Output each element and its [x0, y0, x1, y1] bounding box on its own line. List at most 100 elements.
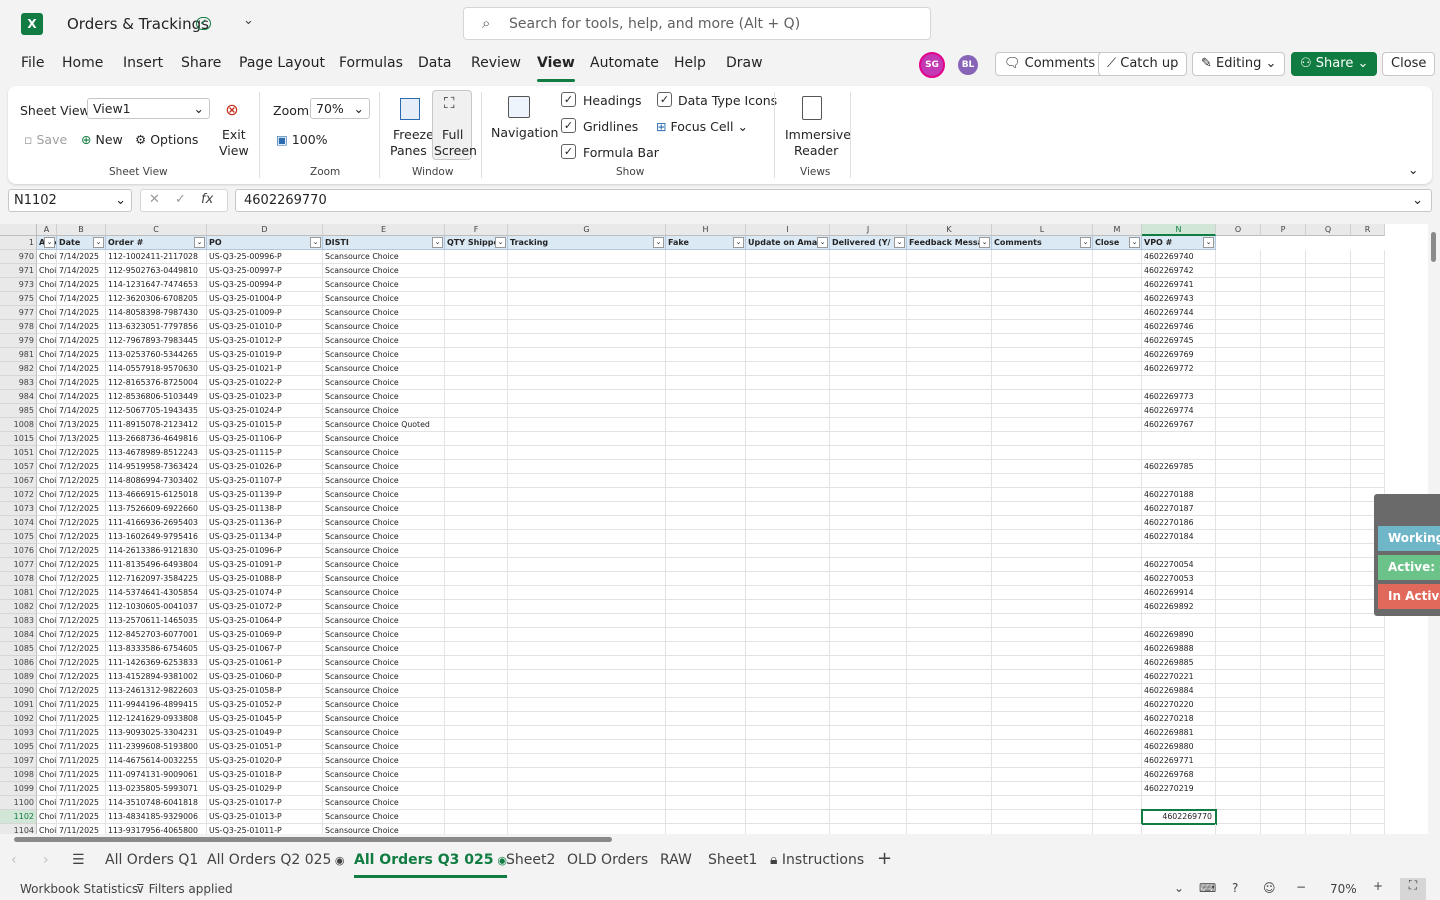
table-cell[interactable]: US-Q3-25-01011-P [207, 824, 323, 834]
table-cell[interactable] [992, 782, 1093, 796]
table-cell[interactable] [508, 726, 666, 740]
table-cell[interactable]: Choice [37, 516, 57, 530]
table-cell[interactable] [1216, 684, 1261, 698]
table-cell[interactable] [992, 558, 1093, 572]
table-cell[interactable] [1306, 754, 1351, 768]
table-cell[interactable] [1351, 432, 1385, 446]
table-cell[interactable] [830, 460, 907, 474]
table-cell[interactable] [666, 782, 746, 796]
table-cell[interactable] [445, 572, 508, 586]
table-cell[interactable] [1306, 306, 1351, 320]
table-cell[interactable] [907, 586, 992, 600]
table-cell[interactable] [1216, 264, 1261, 278]
table-cell[interactable]: US-Q3-25-01064-P [207, 614, 323, 628]
table-cell[interactable] [1093, 516, 1142, 530]
table-cell[interactable]: Scansource Choice [323, 460, 445, 474]
table-cell[interactable]: Scansource Choice [323, 824, 445, 834]
table-cell[interactable] [666, 306, 746, 320]
table-cell[interactable]: 7/11/2025 [57, 796, 106, 810]
table-cell[interactable] [666, 292, 746, 306]
table-cell[interactable] [1216, 250, 1261, 264]
table-cell[interactable] [1261, 320, 1306, 334]
table-cell[interactable] [1093, 292, 1142, 306]
table-cell[interactable] [1216, 810, 1261, 824]
table-cell[interactable]: 112-1030605-0041037 [106, 600, 207, 614]
next-sheet-icon[interactable]: › [43, 852, 49, 868]
table-cell[interactable] [508, 684, 666, 698]
row-header[interactable]: 1082 [0, 600, 37, 614]
table-cell[interactable] [746, 334, 830, 348]
menu-page-layout[interactable]: Page Layout [239, 55, 325, 71]
table-cell[interactable]: 114-9519958-7363424 [106, 460, 207, 474]
table-cell[interactable] [992, 810, 1093, 824]
row-header[interactable]: 1077 [0, 558, 37, 572]
table-cell[interactable] [907, 320, 992, 334]
table-cell[interactable] [830, 684, 907, 698]
formula-input[interactable]: 4602269770 ⌄ [235, 189, 1432, 212]
row-header[interactable]: 1074 [0, 516, 37, 530]
table-cell[interactable]: Choice [37, 474, 57, 488]
filter-dropdown-icon[interactable]: ⌄ [817, 237, 828, 248]
table-cell[interactable] [1351, 390, 1385, 404]
table-cell[interactable]: Scansource Choice [323, 362, 445, 376]
sheet-tab[interactable]: All Orders Q2 025 ◉ [207, 852, 345, 868]
table-cell[interactable]: 4602269769 [1142, 348, 1216, 362]
table-cell[interactable] [746, 768, 830, 782]
table-cell[interactable] [1216, 712, 1261, 726]
insert-function-icon[interactable]: fx [201, 192, 213, 207]
table-cell[interactable] [830, 250, 907, 264]
table-cell[interactable] [907, 600, 992, 614]
column-header-g[interactable]: G [508, 224, 666, 236]
table-cell[interactable]: Choice [37, 362, 57, 376]
row-header[interactable]: 1089 [0, 670, 37, 684]
freeze-panes-label[interactable]: Freeze [393, 127, 434, 142]
table-cell[interactable]: 112-9502763-0449810 [106, 264, 207, 278]
row-header[interactable]: 975 [0, 292, 37, 306]
table-cell[interactable]: Choice [37, 432, 57, 446]
gridlines-checkbox[interactable]: ✓ [561, 118, 576, 133]
full-screen-status-icon[interactable]: ⛶ [1400, 878, 1426, 900]
table-cell[interactable] [1306, 614, 1351, 628]
table-cell[interactable] [508, 558, 666, 572]
cancel-icon[interactable]: ✕ [149, 192, 160, 207]
zoom-in-icon[interactable]: + [1373, 879, 1383, 893]
table-cell[interactable] [992, 586, 1093, 600]
table-cell[interactable] [746, 754, 830, 768]
table-cell[interactable] [1093, 712, 1142, 726]
table-cell[interactable]: 4602270186 [1142, 516, 1216, 530]
column-header-r[interactable]: R [1351, 224, 1385, 236]
table-cell[interactable] [907, 376, 992, 390]
table-cell[interactable] [445, 642, 508, 656]
table-cell[interactable] [1142, 432, 1216, 446]
prev-sheet-icon[interactable]: ‹ [11, 852, 17, 868]
table-cell[interactable]: 4602270054 [1142, 558, 1216, 572]
table-cell[interactable] [1306, 796, 1351, 810]
table-cell[interactable] [1351, 782, 1385, 796]
table-cell[interactable] [508, 446, 666, 460]
table-cell[interactable] [445, 390, 508, 404]
table-cell[interactable] [1261, 586, 1306, 600]
table-cell[interactable] [1216, 670, 1261, 684]
table-header-cell[interactable]: QTY Shippe ⌄ [445, 236, 508, 250]
table-cell[interactable] [1216, 558, 1261, 572]
table-cell[interactable] [907, 628, 992, 642]
status-button-working[interactable]: Working [1378, 526, 1440, 551]
table-cell[interactable] [907, 572, 992, 586]
row-header[interactable]: 1015 [0, 432, 37, 446]
table-cell[interactable] [1351, 768, 1385, 782]
table-cell[interactable] [1216, 698, 1261, 712]
table-cell[interactable]: US-Q3-25-01026-P [207, 460, 323, 474]
table-cell[interactable]: 7/12/2025 [57, 516, 106, 530]
table-cell[interactable] [1093, 376, 1142, 390]
table-cell[interactable] [666, 810, 746, 824]
table-cell[interactable]: US-Q3-25-01138-P [207, 502, 323, 516]
table-cell[interactable] [445, 348, 508, 362]
row-header[interactable]: 977 [0, 306, 37, 320]
table-cell[interactable] [508, 320, 666, 334]
share-button[interactable]: ⚇ Share ⌄ [1291, 52, 1378, 76]
table-cell[interactable] [830, 726, 907, 740]
table-cell[interactable] [1216, 824, 1261, 834]
table-cell[interactable] [1093, 614, 1142, 628]
table-cell[interactable]: US-Q3-25-01015-P [207, 418, 323, 432]
table-cell[interactable]: 113-4666915-6125018 [106, 488, 207, 502]
